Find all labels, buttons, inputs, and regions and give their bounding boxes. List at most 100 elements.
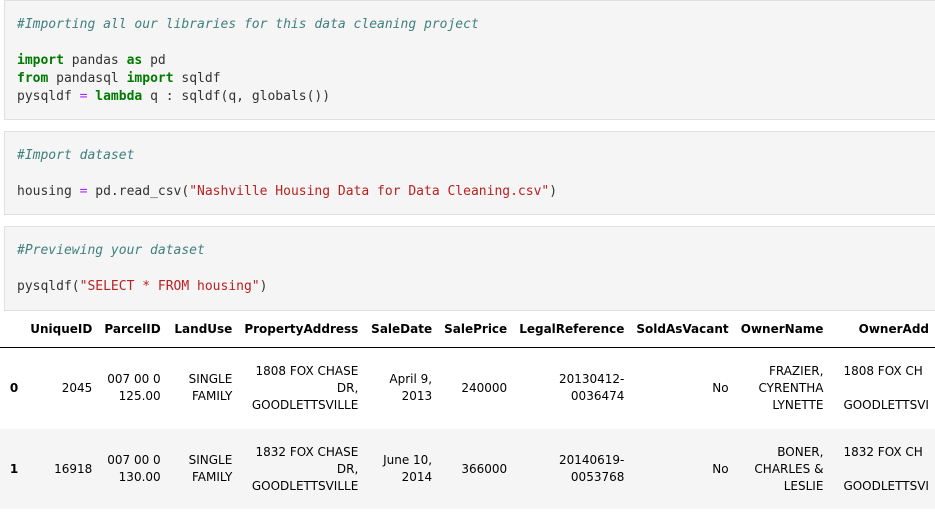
- column-header: SoldAsVacant: [630, 311, 735, 348]
- table-cell: [735, 509, 830, 524]
- column-header: SaleDate: [364, 311, 439, 348]
- column-header: SalePrice: [438, 311, 514, 348]
- code-editor[interactable]: #Importing all our libraries for this da…: [5, 1, 935, 106]
- table-cell: No: [630, 347, 734, 429]
- code-token: import: [126, 71, 174, 86]
- code-line: #Import dataset: [17, 147, 935, 165]
- table-cell: 1832 FOX CH GOODLETTSVI: [829, 429, 935, 509]
- cell-text-line: 0036474: [570, 389, 625, 404]
- column-header: LandUse: [166, 311, 239, 348]
- cell-text-line: 2014: [401, 470, 433, 484]
- code-token: import: [17, 53, 64, 68]
- row-index: 0: [9, 380, 19, 395]
- column-header: PropertyAddress: [238, 311, 365, 348]
- cell-text-line: GOODLETTSVILLE: [251, 478, 359, 493]
- table-cell: 007 00 0 125.00: [98, 347, 166, 429]
- table-cell: 2045: [24, 347, 98, 429]
- table-cell: [238, 509, 364, 524]
- table-cell: 1808 FOX CHASE DR, GOODLETTSVILLE: [238, 347, 364, 429]
- table-cell: SINGLE FAMILY: [167, 347, 239, 429]
- table-cell: [167, 509, 239, 524]
- code-cell-import-dataset[interactable]: #Import dataset housing = pd.read_csv("N…: [4, 131, 935, 215]
- table-row: 1 16918 007 00 0 130.00 SINGLE FAMILY 1832 FOX…: [0, 429, 935, 509]
- table-cell: 366000: [438, 429, 513, 509]
- cell-text-line: CHARLES &: [754, 461, 824, 476]
- code-line: housing = pd.read_csv("Nashville Housing…: [17, 183, 935, 201]
- table-cell: 1808 FOX CH GOODLETTSVI: [829, 347, 935, 429]
- code-token: pd: [142, 53, 166, 68]
- code-line: pysqldf = lambda q : sqldf(q, globals()): [17, 88, 935, 106]
- cell-text-line: 1832 FOX CHASE: [255, 444, 359, 459]
- cell-text-line: 16918: [54, 461, 93, 476]
- code-cell-imports[interactable]: #Importing all our libraries for this da…: [4, 0, 935, 120]
- code-token: housing: [17, 184, 80, 199]
- code-token: #Import dataset: [17, 148, 135, 163]
- table-cell: No: [630, 429, 734, 509]
- code-line: from pandasql import sqldf: [17, 70, 935, 88]
- cell-text-line: LYNETTE: [772, 397, 824, 412]
- table-cell: SINGLE FAMILY: [167, 429, 239, 509]
- row-index: 1: [9, 461, 19, 476]
- code-line: #Importing all our libraries for this da…: [17, 16, 935, 34]
- code-line: pysqldf("SELECT * FROM housing"): [17, 278, 935, 296]
- row-index: [0, 509, 24, 524]
- cell-text-line: 1808 FOX CH: [843, 363, 923, 378]
- table-cell: [513, 509, 630, 524]
- table-cell: [364, 509, 438, 524]
- column-header: LegalReference: [513, 311, 631, 348]
- cell-text-line: 007 00 0: [107, 372, 161, 387]
- cell-text-line: 366000: [461, 461, 508, 476]
- table-cell: [438, 509, 513, 524]
- table-cell: 007 00 0 130.00: [98, 429, 166, 509]
- cell-text-line: No: [712, 461, 729, 476]
- code-editor[interactable]: #Previewing your dataset pysqldf("SELECT…: [5, 227, 935, 296]
- cell-text-line: 130.00: [118, 470, 161, 484]
- cell-text-line: FRAZIER,: [768, 363, 824, 378]
- table-cell: 1832 FOX CHASE DR, GOODLETTSVILLE: [238, 429, 364, 509]
- code-editor[interactable]: #Import dataset housing = pd.read_csv("N…: [5, 132, 935, 201]
- column-header: OwnerAdd: [829, 311, 935, 348]
- table-cell: [630, 509, 734, 524]
- code-token: ): [259, 279, 268, 294]
- table-cell: 20130412- 0036474: [513, 347, 630, 429]
- cell-text-line: 20130412-: [558, 372, 625, 387]
- code-token: lambda: [95, 89, 143, 104]
- code-token: pandasql: [48, 71, 127, 86]
- column-header: ParcelID: [98, 311, 167, 348]
- cell-text-line: 0053768: [570, 470, 625, 484]
- table-cell: BONER, CHARLES & LESLIE: [735, 429, 830, 509]
- code-cell-preview-dataset[interactable]: #Previewing your dataset pysqldf("SELECT…: [4, 226, 935, 311]
- code-token: q : sqldf(q, globals()): [142, 89, 331, 104]
- code-token: "Nashville Housing Data for Data Cleanin…: [189, 184, 550, 199]
- cell-text-line: GOODLETTSVILLE: [251, 397, 359, 412]
- dataframe-table: UniqueID ParcelID LandUse PropertyAddress Sa…: [0, 311, 935, 524]
- cell-text-line: No: [712, 380, 729, 395]
- table-cell: [24, 509, 98, 524]
- cell-text-line: SINGLE: [188, 453, 233, 467]
- cell-text-line: [843, 380, 929, 397]
- cell-text-line: 20140619-: [558, 453, 625, 467]
- table-row: 1864 FOX CH: [0, 509, 935, 524]
- table-header-row: UniqueID ParcelID LandUse PropertyAddress Sa…: [0, 311, 935, 348]
- cell-text-line: CYRENTHA: [758, 380, 824, 395]
- code-token: #Importing all our libraries for this da…: [17, 17, 479, 32]
- table-cell: FRAZIER, CYRENTHA LYNETTE: [735, 347, 830, 429]
- column-header: OwnerName: [734, 311, 830, 348]
- column-header: [0, 311, 25, 348]
- cell-text-line: BONER,: [777, 444, 824, 459]
- table-cell: [98, 509, 166, 524]
- cell-text-line: GOODLETTSVI: [843, 478, 929, 493]
- code-token: pandas: [63, 53, 127, 68]
- code-token: pysqldf(: [17, 279, 80, 294]
- dataframe-output: UniqueID ParcelID LandUse PropertyAddress Sa…: [0, 311, 935, 524]
- code-token: as: [126, 53, 143, 68]
- code-token: #Previewing your dataset: [17, 243, 205, 258]
- cell-text-line: [843, 461, 929, 478]
- cell-text-line: FAMILY: [191, 389, 233, 404]
- cell-text-line: June 10,: [383, 453, 433, 467]
- cell-text-line: SINGLE: [188, 372, 233, 387]
- table-cell: April 9, 2013: [364, 347, 438, 429]
